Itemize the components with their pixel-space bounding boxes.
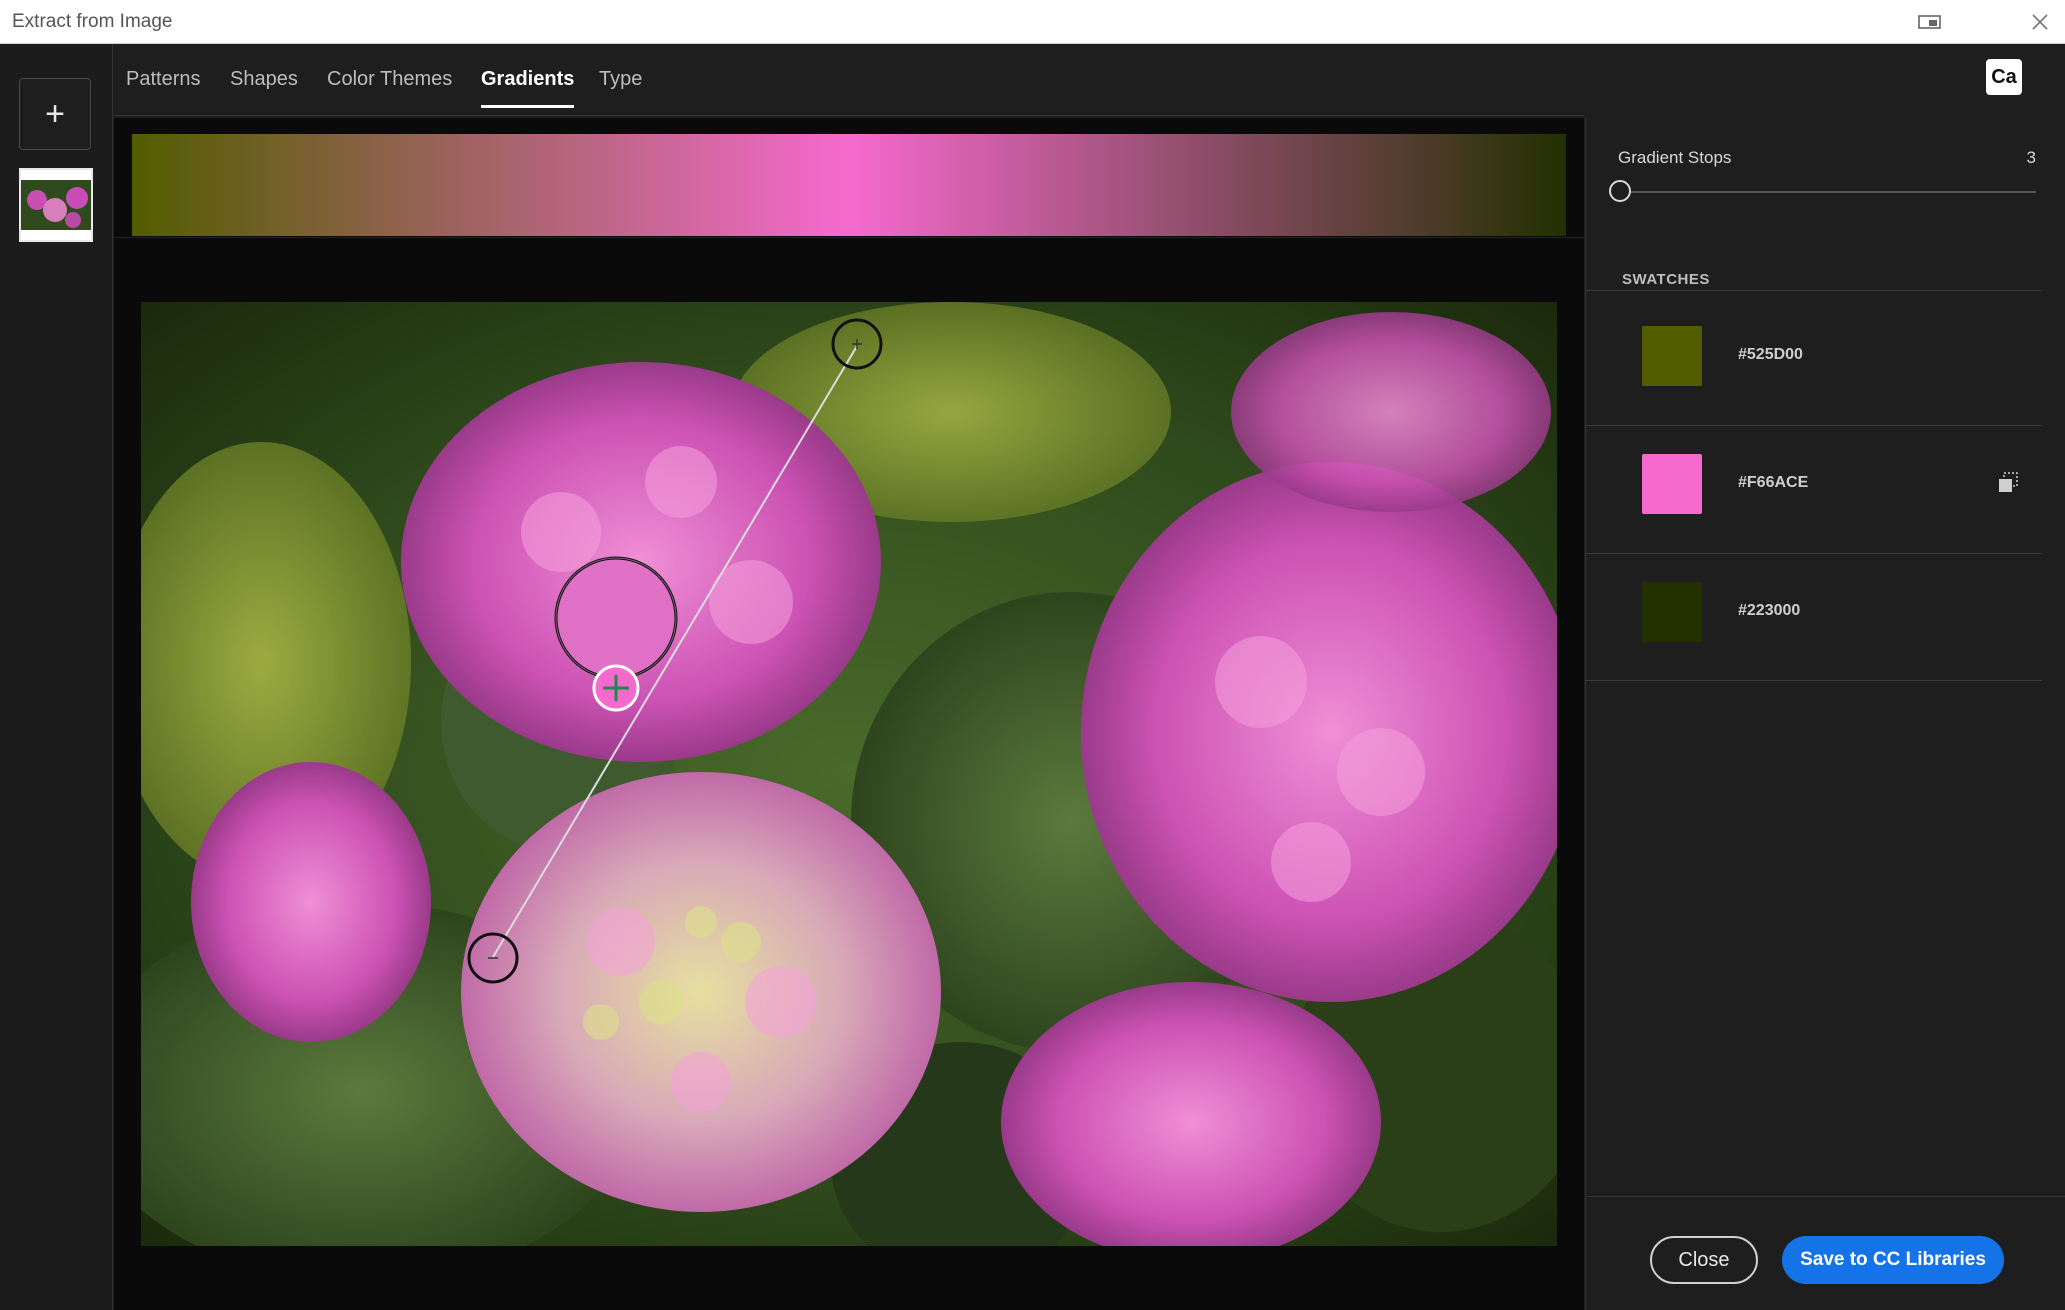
swatch-row[interactable]: #525D00 [1586, 291, 2042, 417]
swatch-row[interactable]: #223000 [1586, 547, 2042, 673]
properties-panel: Gradient Stops 3 SWATCHES #525D00 #F66AC… [1585, 118, 2065, 1310]
tab-shapes[interactable]: Shapes [230, 68, 298, 105]
tab-bar: Patterns Shapes Color Themes Gradients T… [114, 44, 1584, 116]
swatches-heading: SWATCHES [1622, 271, 1710, 288]
gradient-stops-value: 3 [2026, 148, 2036, 167]
canvas-area [114, 118, 1584, 1310]
tab-gradients[interactable]: Gradients [481, 68, 575, 108]
gradient-stops-slider-handle[interactable] [1609, 180, 1631, 202]
close-icon[interactable] [2027, 10, 2053, 34]
divider [1586, 680, 2042, 681]
swatch-hex-value: #223000 [1738, 602, 1801, 619]
left-rail: + [0, 44, 113, 1310]
swatch-hex-value: #525D00 [1738, 346, 1803, 363]
copy-icon[interactable] [1996, 471, 2020, 500]
close-button[interactable]: Close [1650, 1236, 1758, 1284]
gradient-stops-label: Gradient Stops [1618, 148, 1732, 167]
gradient-stops-slider-track[interactable] [1618, 191, 2036, 193]
restore-window-icon[interactable] [1917, 10, 1943, 34]
title-bar: Extract from Image [0, 0, 2065, 44]
color-loupe [554, 556, 678, 680]
swatch-color-chip[interactable] [1642, 582, 1702, 642]
divider [1586, 1196, 2065, 1197]
swatch-color-chip[interactable] [1642, 454, 1702, 514]
save-to-cc-libraries-button[interactable]: Save to CC Libraries [1782, 1236, 2004, 1284]
add-image-button[interactable]: + [19, 78, 91, 150]
tab-type[interactable]: Type [599, 68, 642, 105]
swatch-hex-value: #F66ACE [1738, 474, 1809, 491]
plus-icon: + [45, 94, 65, 133]
swatch-row[interactable]: #F66ACE [1586, 419, 2042, 545]
source-image[interactable] [141, 302, 1557, 1246]
swatch-color-chip[interactable] [1642, 326, 1702, 386]
divider [114, 237, 1584, 238]
tab-patterns[interactable]: Patterns [126, 68, 200, 105]
image-thumbnail[interactable] [19, 168, 93, 242]
tab-color-themes[interactable]: Color Themes [327, 68, 452, 105]
capture-app-badge: Ca [1986, 59, 2022, 95]
window-title: Extract from Image [12, 11, 173, 32]
gradient-preview-bar [132, 134, 1566, 236]
